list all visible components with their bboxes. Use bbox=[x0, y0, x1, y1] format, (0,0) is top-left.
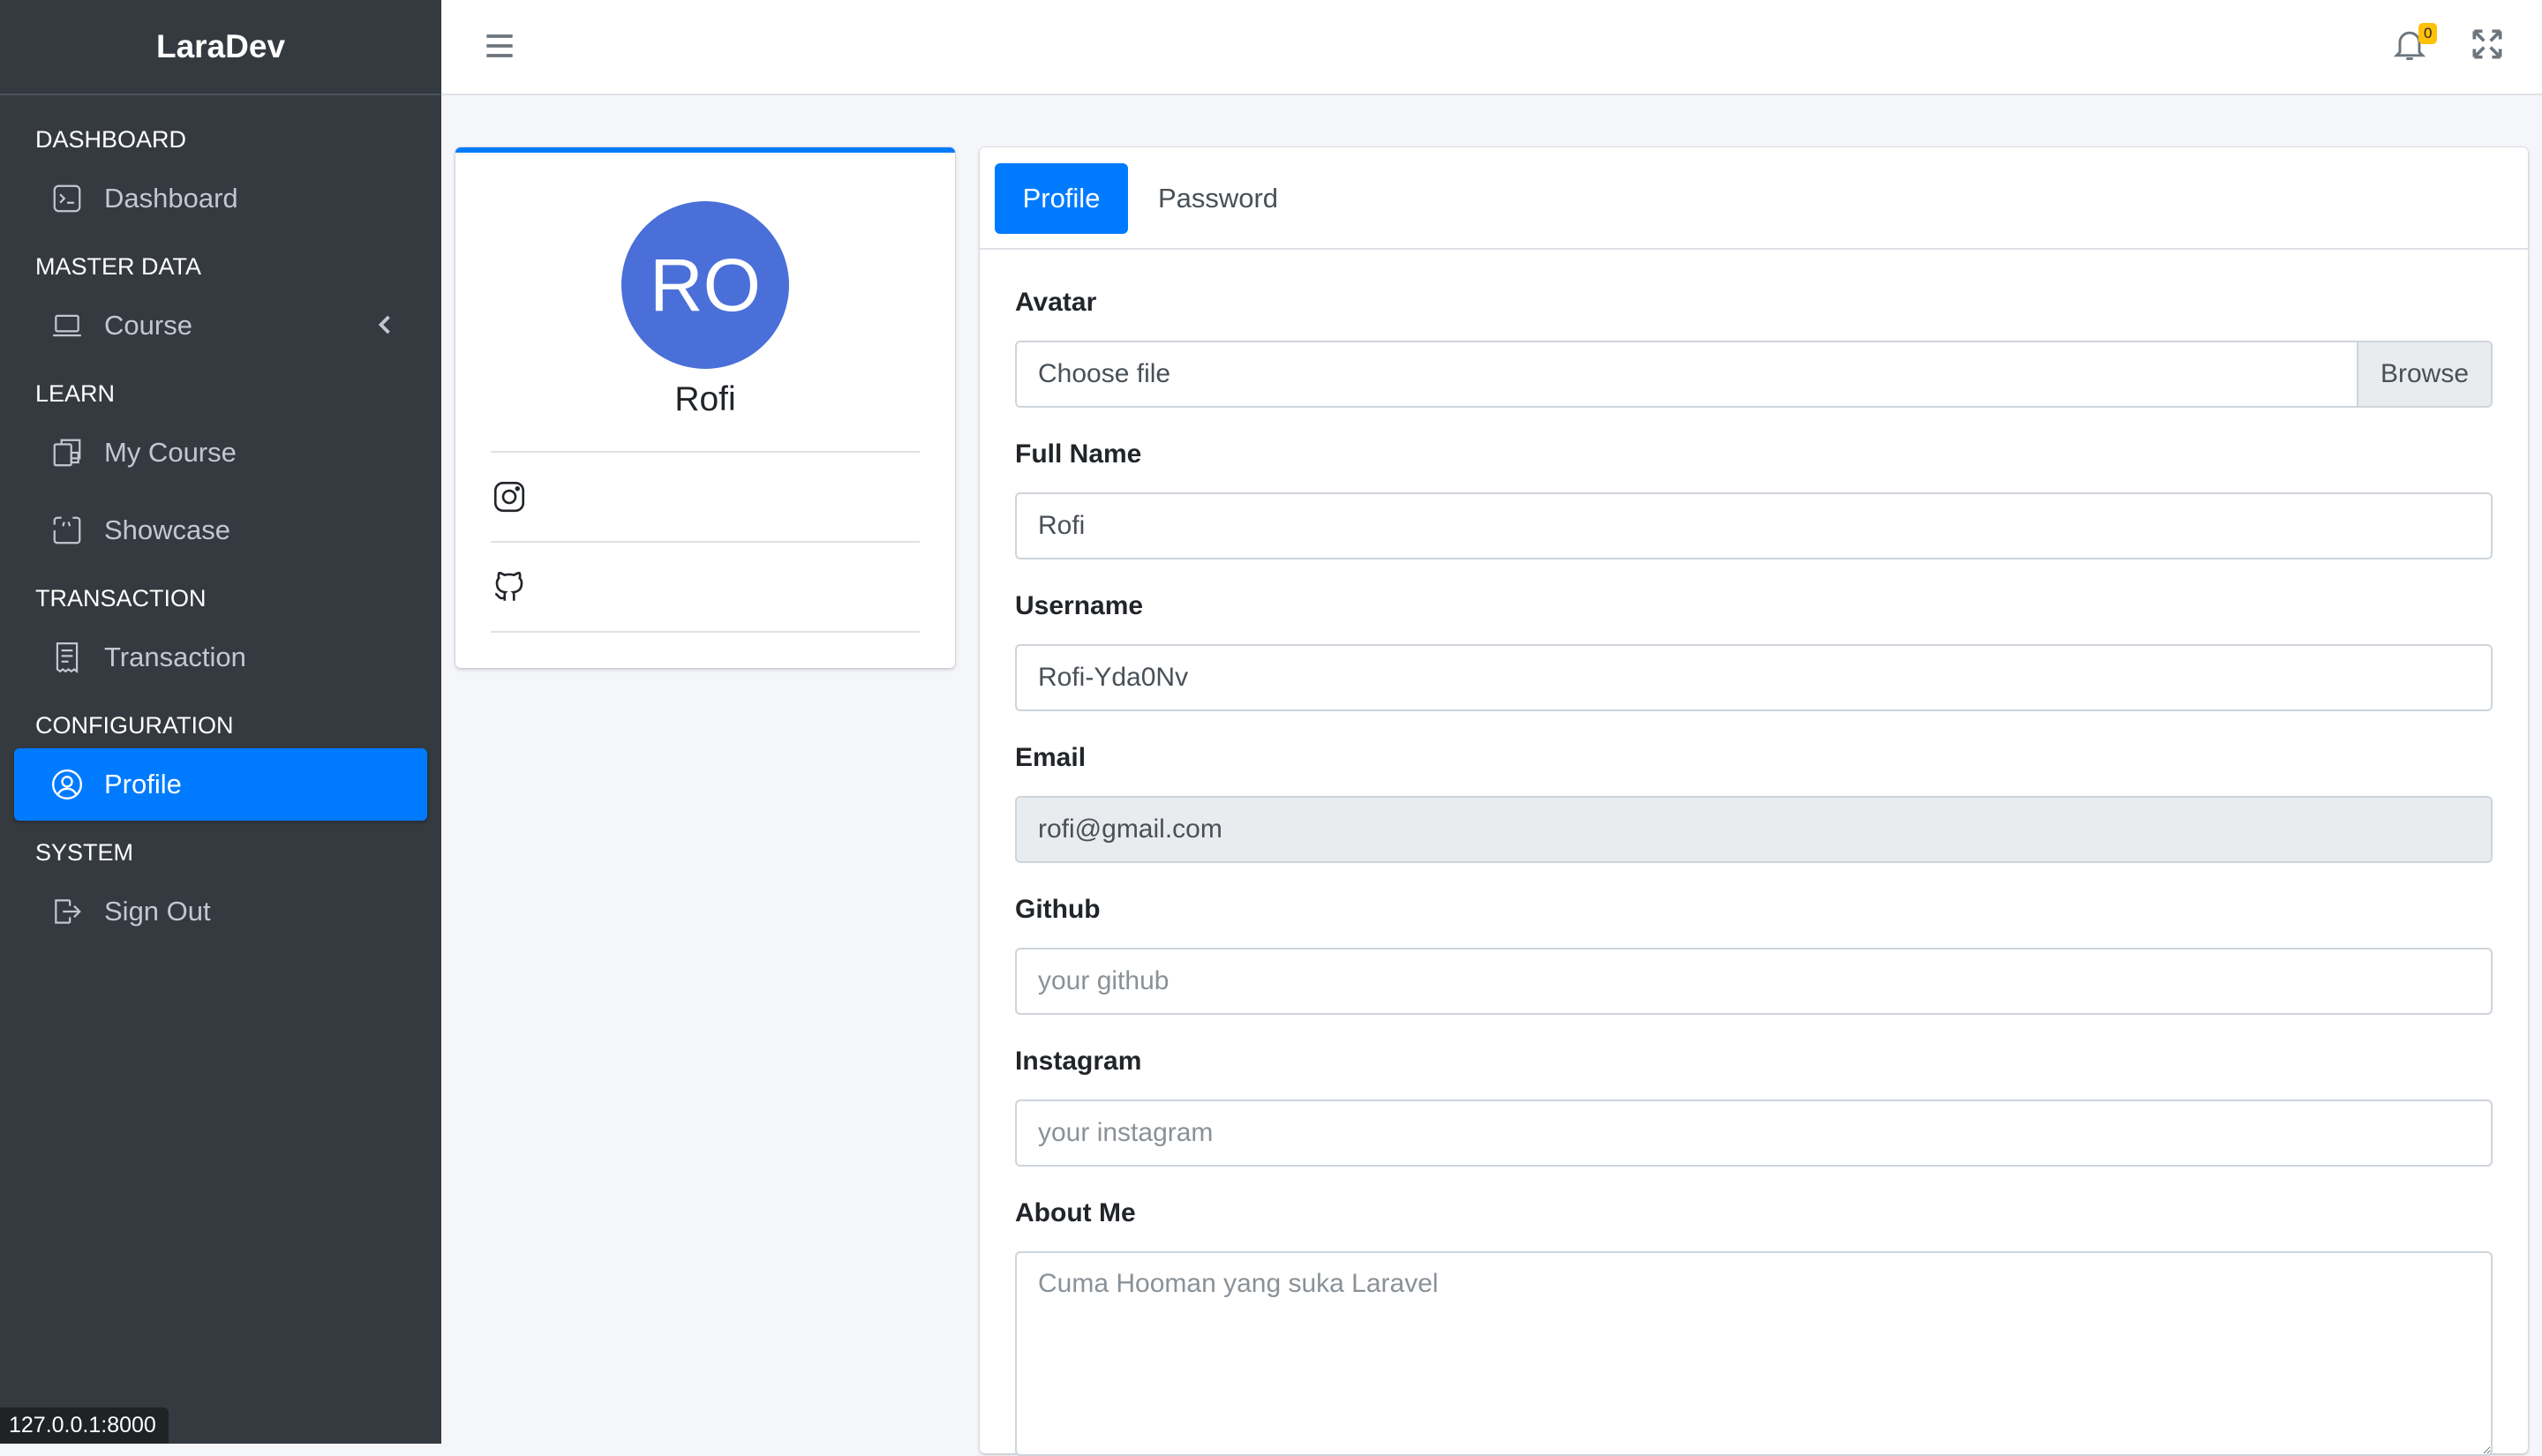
sidebar-header-transaction: TRANSACTION bbox=[35, 585, 207, 612]
topbar: 0 bbox=[441, 0, 2542, 95]
terminal-icon bbox=[49, 181, 85, 216]
email-label: Email bbox=[1015, 743, 1087, 772]
user-circle-icon bbox=[49, 767, 85, 802]
chevron-left-icon bbox=[378, 315, 390, 334]
sidebar-header-dashboard: DASHBOARD bbox=[35, 126, 187, 153]
browse-button[interactable]: Browse bbox=[2357, 342, 2491, 406]
fullscreen-icon[interactable] bbox=[2468, 25, 2507, 64]
profile-form-card: Profile Password Avatar Choose file Brow… bbox=[980, 147, 2528, 1456]
notification-badge: 0 bbox=[2418, 23, 2438, 44]
github-icon[interactable] bbox=[491, 568, 528, 605]
sidebar-item-label: My Course bbox=[104, 437, 237, 468]
brand-logo[interactable]: LaraDev bbox=[0, 0, 441, 95]
avatar: RO bbox=[621, 201, 789, 369]
list-item[interactable] bbox=[491, 541, 920, 633]
sidebar-header-configuration: CONFIGURATION bbox=[35, 712, 234, 739]
about-me-textarea[interactable] bbox=[1015, 1251, 2493, 1456]
sign-out-icon bbox=[49, 894, 85, 929]
sidebar-item-label: Dashboard bbox=[104, 183, 238, 214]
github-field[interactable] bbox=[1015, 948, 2493, 1015]
instagram-field[interactable] bbox=[1015, 1100, 2493, 1167]
sidebar-item-label: Showcase bbox=[104, 514, 231, 545]
sidebar-header-learn: LEARN bbox=[35, 380, 116, 407]
instagram-icon[interactable] bbox=[491, 478, 528, 515]
hamburger-menu-icon[interactable] bbox=[480, 26, 519, 65]
username-field[interactable] bbox=[1015, 644, 2493, 711]
sidebar-item-my-course[interactable]: My Course bbox=[14, 417, 427, 489]
laptop-icon bbox=[49, 308, 85, 343]
avatar-label: Avatar bbox=[1015, 288, 1097, 317]
username-label: Username bbox=[1015, 591, 1144, 620]
sidebar-item-course[interactable]: Course bbox=[14, 289, 427, 362]
sidebar: LaraDev DASHBOARD Dashboard MASTER DATA … bbox=[0, 0, 441, 1444]
tab-bar: Profile Password bbox=[980, 147, 2528, 250]
full-name-field[interactable] bbox=[1015, 492, 2493, 559]
sidebar-header-system: SYSTEM bbox=[35, 839, 134, 866]
sidebar-item-label: Sign Out bbox=[104, 896, 211, 927]
profile-card: RO Rofi bbox=[455, 147, 955, 668]
about-me-label: About Me bbox=[1015, 1198, 1136, 1227]
sidebar-item-showcase[interactable]: Showcase bbox=[14, 494, 427, 567]
choose-file-text[interactable]: Choose file bbox=[1017, 342, 2357, 406]
social-links-list bbox=[491, 451, 920, 633]
sidebar-menu: DASHBOARD Dashboard MASTER DATA Course L… bbox=[0, 95, 441, 948]
receipt-icon bbox=[49, 640, 85, 675]
tab-profile[interactable]: Profile bbox=[995, 163, 1128, 234]
sidebar-item-transaction[interactable]: Transaction bbox=[14, 621, 427, 694]
copy-icon bbox=[49, 435, 85, 470]
sidebar-item-sign-out[interactable]: Sign Out bbox=[14, 875, 427, 948]
sidebar-item-label: Course bbox=[104, 310, 192, 341]
profile-name: Rofi bbox=[674, 380, 736, 418]
sidebar-item-label: Transaction bbox=[104, 642, 246, 672]
sidebar-item-label: Profile bbox=[104, 769, 182, 799]
full-name-label: Full Name bbox=[1015, 439, 1142, 469]
sidebar-item-profile[interactable]: Profile bbox=[14, 748, 427, 821]
email-field[interactable] bbox=[1015, 796, 2493, 863]
sidebar-item-dashboard[interactable]: Dashboard bbox=[14, 162, 427, 235]
instagram-label: Instagram bbox=[1015, 1047, 1142, 1076]
list-item[interactable] bbox=[491, 451, 920, 541]
sidebar-header-master-data: MASTER DATA bbox=[35, 253, 202, 280]
tab-password[interactable]: Password bbox=[1139, 163, 1297, 234]
github-label: Github bbox=[1015, 895, 1101, 924]
status-bar-url: 127.0.0.1:8000 bbox=[0, 1407, 169, 1444]
avatar-file-input[interactable]: Choose file Browse bbox=[1015, 341, 2493, 408]
code-square-icon bbox=[49, 513, 85, 548]
